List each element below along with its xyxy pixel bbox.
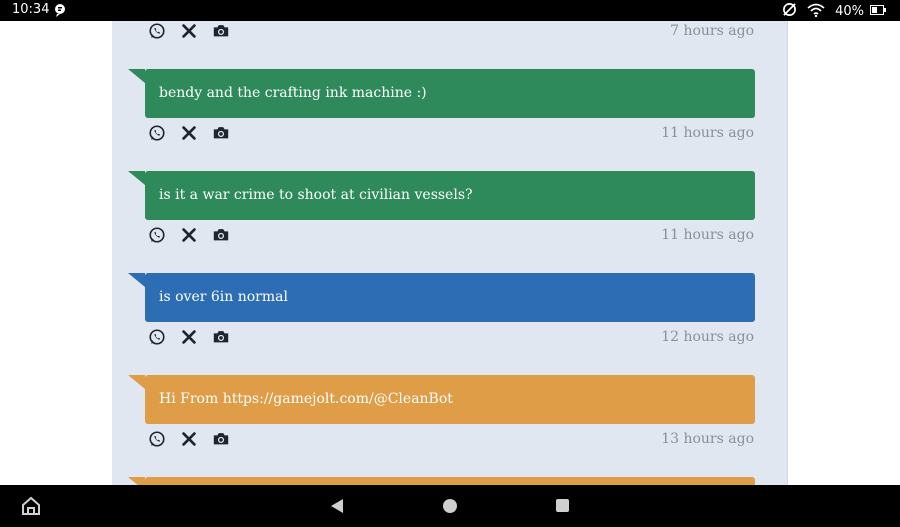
status-icons: 40% xyxy=(782,2,886,21)
battery-percent: 40% xyxy=(835,4,864,19)
house-icon[interactable] xyxy=(21,496,41,516)
whatsapp-icon[interactable] xyxy=(148,22,166,40)
message-actions: 12 hours ago xyxy=(148,328,756,350)
action-icons xyxy=(148,328,230,346)
camera-icon[interactable] xyxy=(212,430,230,448)
close-icon[interactable] xyxy=(180,124,198,142)
chat-page: 7 hours ago bendy and the crafting ink ma… xyxy=(0,21,900,485)
whatsapp-icon[interactable] xyxy=(148,124,166,142)
message-timestamp: 12 hours ago xyxy=(661,329,754,345)
whatsapp-icon[interactable] xyxy=(148,226,166,244)
message-bubble: is over 6in normal xyxy=(128,273,755,322)
action-icons xyxy=(148,124,230,142)
message-bubble: is it a war crime to shoot at civilian v… xyxy=(128,171,755,220)
whatsapp-icon[interactable] xyxy=(148,328,166,346)
camera-icon[interactable] xyxy=(212,226,230,244)
camera-icon[interactable] xyxy=(212,328,230,346)
close-icon[interactable] xyxy=(180,22,198,40)
action-icons xyxy=(148,430,230,448)
message-timestamp: 11 hours ago xyxy=(661,227,754,243)
recents-button[interactable] xyxy=(556,499,569,512)
message-bubble: Hi From https://gamejolt.com/@CleanBot xyxy=(128,375,755,424)
close-icon[interactable] xyxy=(180,430,198,448)
message-timestamp: 11 hours ago xyxy=(661,125,754,141)
message-text: is it a war crime to shoot at civilian v… xyxy=(159,187,473,203)
message-bubble xyxy=(128,477,755,485)
status-time: 10:34 xyxy=(12,2,50,17)
message-text: Hi From https://gamejolt.com/@CleanBot xyxy=(159,391,453,407)
message-text: is over 6in normal xyxy=(159,289,288,305)
camera-icon[interactable] xyxy=(212,124,230,142)
message-timestamp: 13 hours ago xyxy=(661,431,754,447)
close-icon[interactable] xyxy=(180,328,198,346)
do-not-disturb-icon xyxy=(782,2,797,21)
message-bubble: bendy and the crafting ink machine :) xyxy=(128,69,755,118)
close-icon[interactable] xyxy=(180,226,198,244)
message-actions: 11 hours ago xyxy=(148,226,756,248)
message-text: bendy and the crafting ink machine :) xyxy=(159,85,427,101)
message-actions: 13 hours ago xyxy=(148,430,756,452)
battery-icon xyxy=(870,4,886,19)
action-icons xyxy=(148,22,230,40)
notification-icon xyxy=(54,3,66,17)
whatsapp-icon[interactable] xyxy=(148,430,166,448)
navigation-bar xyxy=(0,485,900,527)
status-bar: 10:34 40% xyxy=(0,0,900,21)
message-timestamp: 7 hours ago xyxy=(670,23,754,39)
back-button[interactable] xyxy=(330,498,344,518)
action-icons xyxy=(148,226,230,244)
message-actions: 7 hours ago xyxy=(148,22,756,44)
message-actions: 11 hours ago xyxy=(148,124,756,146)
home-button[interactable] xyxy=(443,499,457,513)
wifi-icon xyxy=(807,3,825,21)
camera-icon[interactable] xyxy=(212,22,230,40)
